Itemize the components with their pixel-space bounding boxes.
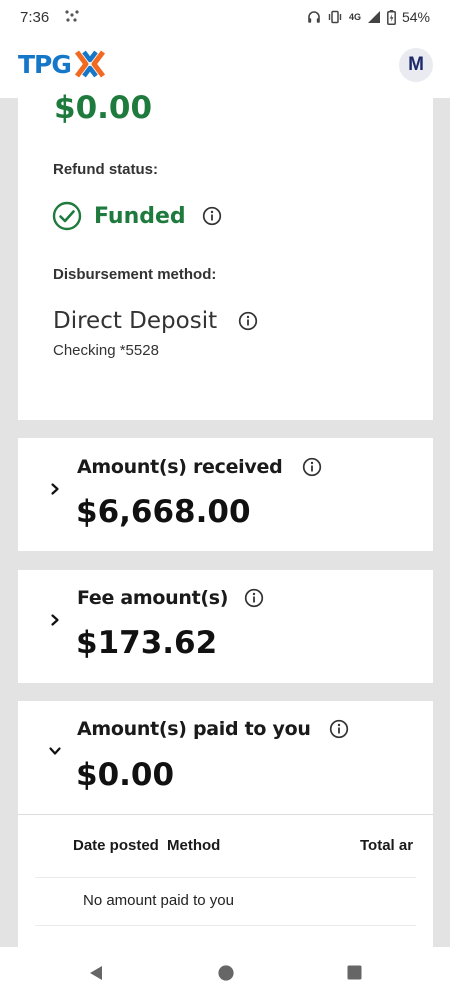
- disbursement-method-value: Direct Deposit: [53, 308, 218, 334]
- amounts-received-header: Amount(s) received: [77, 456, 322, 478]
- amounts-paid-header: Amount(s) paid to you: [77, 718, 349, 740]
- row-divider: [35, 925, 416, 926]
- system-navigation-bar: [0, 947, 450, 999]
- column-header-method: Method: [167, 837, 221, 854]
- battery-percent: 54%: [401, 9, 430, 25]
- fee-amounts-header: Fee amount(s): [77, 587, 264, 609]
- logo-text: TPG: [18, 49, 72, 79]
- refund-status-row: Funded: [52, 201, 222, 231]
- info-icon[interactable]: [202, 206, 222, 226]
- account-number: Checking *5528: [53, 342, 159, 359]
- column-header-date-posted: Date posted: [73, 837, 159, 854]
- disbursement-method-label: Disbursement method:: [53, 266, 217, 283]
- amounts-paid-title: Amount(s) paid to you: [77, 718, 311, 740]
- amounts-paid-card[interactable]: Amount(s) paid to you $0.00 Date posted …: [18, 701, 433, 947]
- info-icon[interactable]: [238, 311, 258, 331]
- signal-icon: [367, 11, 380, 23]
- battery-icon: [387, 9, 396, 25]
- vibrate-icon: [328, 10, 342, 24]
- chevron-right-icon[interactable]: [48, 482, 62, 496]
- back-triangle-icon[interactable]: [87, 964, 105, 982]
- disbursement-method-row: Direct Deposit: [53, 308, 258, 334]
- chevron-right-icon[interactable]: [48, 613, 62, 627]
- row-divider: [35, 877, 416, 878]
- table-divider: [18, 814, 433, 815]
- amounts-received-value: $6,668.00: [76, 494, 251, 530]
- app-header: TPG M: [0, 36, 450, 98]
- fee-amounts-card[interactable]: Fee amount(s) $173.62: [18, 570, 433, 683]
- refund-amount: $0.00: [54, 90, 153, 126]
- info-icon[interactable]: [244, 588, 264, 608]
- fee-amounts-value: $173.62: [76, 625, 218, 661]
- status-bar: 7:36 4G 54%: [0, 0, 450, 36]
- recents-square-icon[interactable]: [346, 964, 363, 981]
- fee-amounts-title: Fee amount(s): [77, 587, 229, 609]
- status-indicators: 4G 54%: [307, 9, 430, 25]
- amounts-received-card[interactable]: Amount(s) received $6,668.00: [18, 438, 433, 551]
- headphones-icon: [308, 11, 320, 23]
- refund-status-label: Refund status:: [53, 161, 158, 178]
- status-time: 7:36: [20, 9, 50, 26]
- network-type: 4G: [348, 12, 361, 22]
- tpg-logo[interactable]: TPG: [18, 49, 106, 79]
- amounts-paid-value: $0.00: [76, 757, 175, 793]
- refund-summary-card: $0.00 Refund status: Funded Disbursement…: [18, 90, 433, 420]
- chevron-down-icon[interactable]: [48, 744, 62, 758]
- logo-x-icon: [74, 50, 105, 78]
- column-header-total-amount: Total ar: [360, 837, 414, 854]
- check-circle-icon: [52, 201, 82, 231]
- avatar[interactable]: M: [399, 48, 433, 82]
- amounts-received-title: Amount(s) received: [77, 456, 283, 478]
- empty-table-message: No amount paid to you: [83, 892, 234, 909]
- info-icon[interactable]: [302, 457, 322, 477]
- info-icon[interactable]: [329, 719, 349, 739]
- refund-status-value: Funded: [94, 203, 186, 229]
- home-circle-icon[interactable]: [217, 964, 235, 982]
- notification-dots-icon: [65, 10, 79, 22]
